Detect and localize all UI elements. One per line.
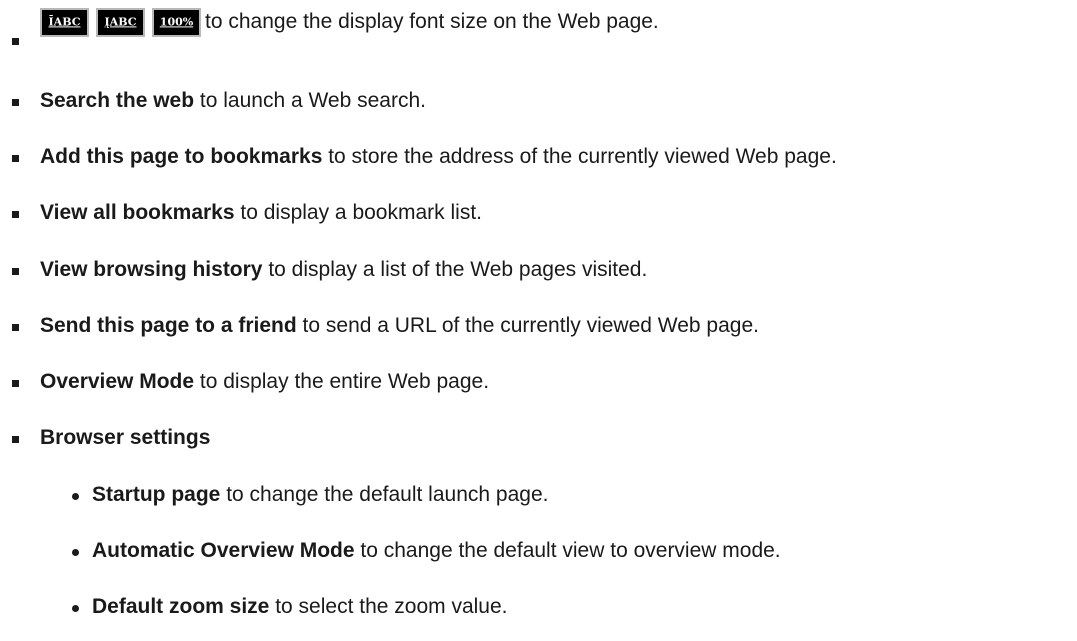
item-description: to display the entire Web page. bbox=[194, 370, 490, 393]
bullet-dot-icon bbox=[72, 605, 79, 612]
item-description: to launch a Web search. bbox=[194, 89, 426, 112]
item-description: to display a bookmark list. bbox=[234, 201, 482, 224]
bullet-square-icon bbox=[12, 38, 19, 45]
decrease-font-button[interactable]: ĮABC bbox=[96, 7, 145, 37]
bullet-square-icon bbox=[12, 324, 19, 331]
document-page: ĪABC ĮABC 100% to change the display fon… bbox=[0, 0, 1077, 641]
item-term: Add this page to bookmarks bbox=[40, 145, 323, 168]
bullet-square-icon bbox=[12, 268, 19, 275]
item-term: View all bookmarks bbox=[40, 201, 235, 224]
item-description: to store the address of the currently vi… bbox=[322, 145, 837, 168]
item-description: to change the default view to overview m… bbox=[354, 539, 781, 562]
bullet-square-icon bbox=[12, 436, 19, 443]
item-description: to change the display font size on the W… bbox=[205, 10, 659, 34]
item-term: Search the web bbox=[40, 89, 195, 112]
bullet-square-icon bbox=[12, 211, 19, 218]
bullet-square-icon bbox=[12, 99, 19, 106]
item-term: Startup page bbox=[92, 483, 221, 506]
item-description: to change the default launch page. bbox=[220, 483, 549, 506]
bullet-square-icon bbox=[12, 380, 19, 387]
bullet-dot-icon bbox=[72, 549, 79, 556]
bullet-dot-icon bbox=[72, 493, 79, 500]
item-term: Default zoom size bbox=[92, 595, 270, 618]
item-description: to send a URL of the currently viewed We… bbox=[296, 314, 759, 337]
item-term: Automatic Overview Mode bbox=[92, 539, 355, 562]
item-term: Overview Mode bbox=[40, 370, 195, 393]
item-term: Browser settings bbox=[40, 426, 211, 449]
increase-font-button[interactable]: ĪABC bbox=[40, 7, 89, 37]
reset-zoom-button[interactable]: 100% bbox=[152, 7, 201, 37]
item-description: to display a list of the Web pages visit… bbox=[262, 258, 648, 281]
item-term: Send this page to a friend bbox=[40, 314, 297, 337]
item-description: to select the zoom value. bbox=[269, 595, 508, 618]
item-term: View browsing history bbox=[40, 258, 263, 281]
bullet-square-icon bbox=[12, 155, 19, 162]
